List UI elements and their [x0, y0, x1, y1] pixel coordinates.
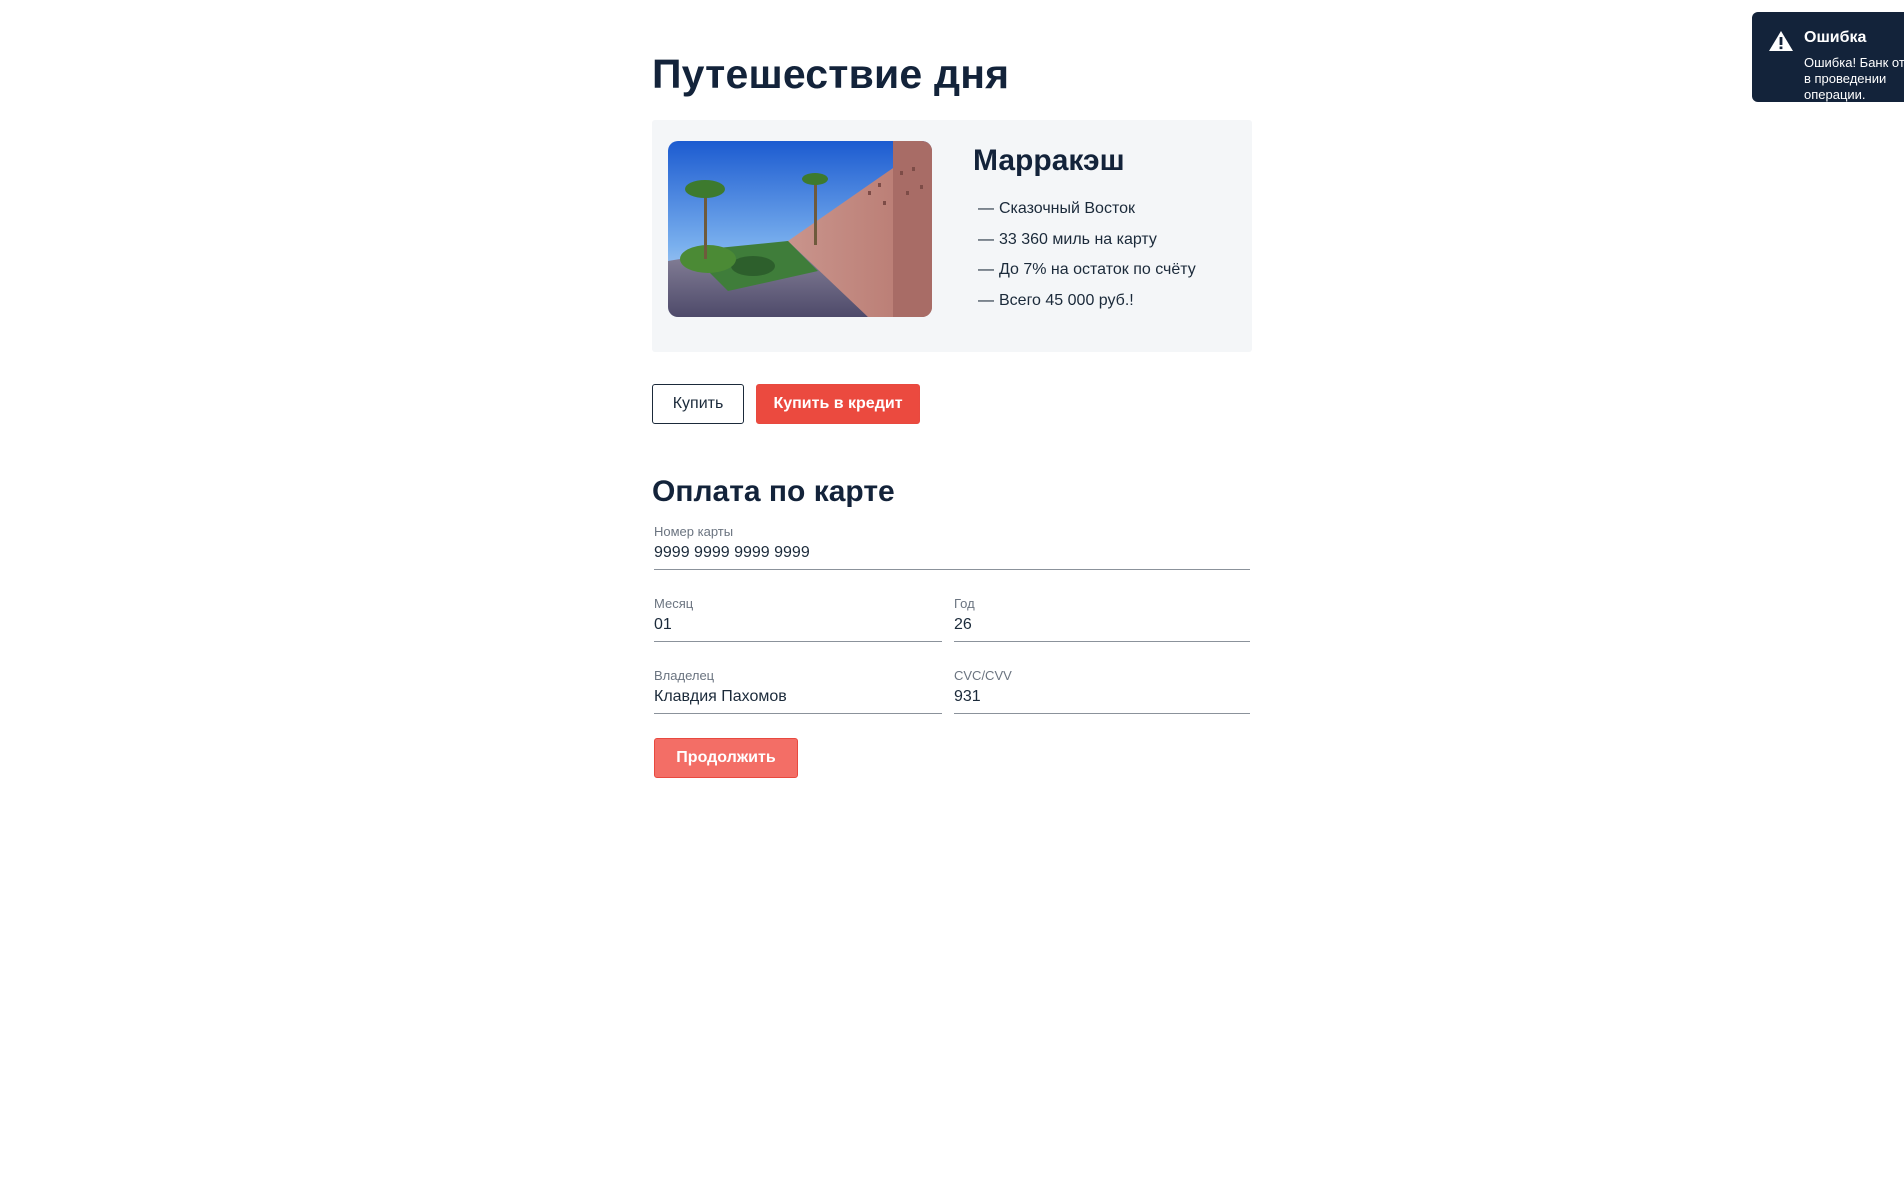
buy-button[interactable]: Купить [652, 384, 744, 424]
page: Путешествие дня Марракэш — Сказочный Вос… [0, 0, 1904, 1185]
dash-icon: — [978, 200, 994, 217]
payment-form: Номер карты 9999 9999 9999 9999 Месяц 01… [652, 522, 1252, 778]
year-input[interactable]: 26 [954, 616, 972, 634]
list-item: — 33 360 миль на карту [973, 230, 1243, 250]
year-label: Год [954, 596, 975, 611]
cvc-input[interactable]: 931 [954, 688, 981, 706]
page-title: Путешествие дня [652, 51, 1010, 97]
month-input[interactable]: 01 [654, 616, 672, 634]
list-item: — Всего 45 000 руб.! [973, 291, 1243, 311]
month-label: Месяц [654, 596, 694, 611]
marrakesh-photo-icon [668, 141, 932, 317]
owner-field[interactable]: Владелец Клавдия Пахомов [654, 666, 942, 714]
offer-info: Марракэш — Сказочный Восток — 33 360 миль … [973, 141, 1243, 321]
card-number-input[interactable]: 9999 9999 9999 9999 [654, 544, 810, 562]
buy-credit-button[interactable]: Купить в кредит [756, 384, 920, 424]
owner-row: Владелец Клавдия Пахомов CVC/CVV 931 [654, 666, 1252, 714]
notification-title: Ошибка [1804, 29, 1867, 46]
expiry-row: Месяц 01 Год 26 [654, 594, 1252, 642]
feature-text: Сказочный Восток [999, 200, 1135, 217]
owner-label: Владелец [654, 668, 715, 683]
payment-title: Оплата по карте [652, 475, 895, 508]
main-content: Путешествие дня Марракэш — Сказочный Вос… [652, 40, 1252, 778]
month-field[interactable]: Месяц 01 [654, 594, 942, 642]
error-notification[interactable]: Ошибка Ошибка! Банк отказал в проведении… [1752, 12, 1904, 102]
cvc-field[interactable]: CVC/CVV 931 [954, 666, 1250, 714]
offer-city: Марракэш [973, 144, 1125, 177]
dash-icon: — [978, 230, 994, 248]
cvc-label: CVC/CVV [954, 668, 1012, 683]
feature-text: Всего 45 000 руб.! [999, 291, 1134, 309]
notification-text: Ошибка! Банк отказал в проведении операц… [1804, 55, 1904, 102]
feature-text: До 7% на остаток по счёту [999, 261, 1196, 278]
dash-icon: — [978, 261, 994, 278]
purchase-buttons: Купить Купить в кредит [652, 384, 1252, 424]
card-number-label: Номер карты [654, 524, 734, 539]
year-field[interactable]: Год 26 [954, 594, 1250, 642]
offer-image [668, 141, 932, 317]
offer-features: — Сказочный Восток —33 360 миль на карту … [973, 199, 1243, 311]
feature-text: 33 360 миль на карту [999, 230, 1157, 248]
warning-icon [1768, 29, 1794, 53]
list-item: — Сказочный Восток [973, 199, 1243, 219]
card-number-field[interactable]: Номер карты 9999 9999 9999 9999 [654, 522, 1250, 570]
offer-card: Марракэш — Сказочный Восток — 33 360 миль … [652, 120, 1252, 352]
dash-icon: — [978, 291, 994, 309]
list-item: — До 7% на остаток по счёту [973, 260, 1243, 280]
owner-input[interactable]: Клавдия Пахомов [654, 688, 787, 706]
continue-button[interactable]: Продолжить [654, 738, 798, 778]
